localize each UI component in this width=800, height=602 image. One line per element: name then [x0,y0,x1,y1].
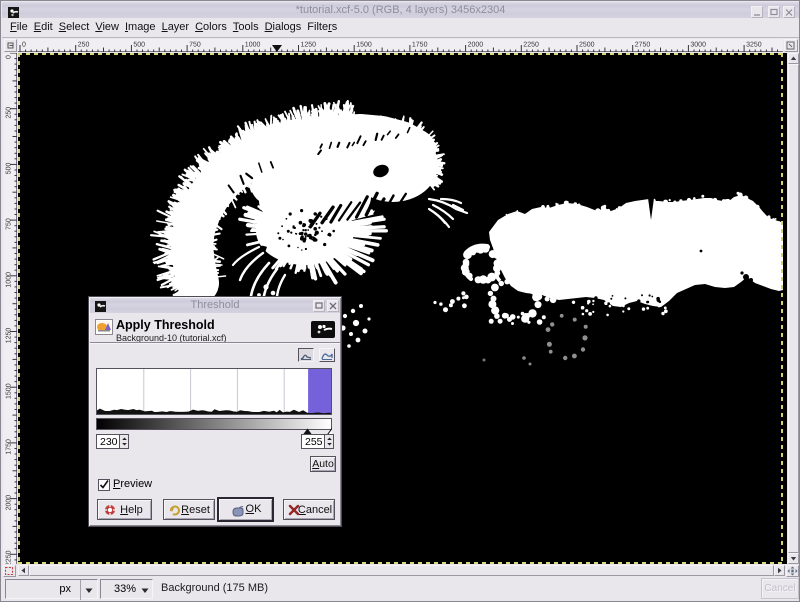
svg-text:0: 0 [22,42,26,49]
svg-text:1750: 1750 [412,42,428,49]
svg-text:250: 250 [6,107,13,119]
svg-text:2250: 2250 [6,550,13,564]
svg-text:0: 0 [6,55,13,59]
svg-text:1250: 1250 [301,42,317,49]
svg-text:250: 250 [78,42,90,49]
svg-text:2500: 2500 [579,42,595,49]
svg-text:500: 500 [133,42,145,49]
svg-text:2000: 2000 [468,42,484,49]
svg-text:2750: 2750 [635,42,651,49]
svg-text:1000: 1000 [245,42,261,49]
svg-text:1250: 1250 [6,328,13,344]
svg-text:500: 500 [6,162,13,174]
svg-text:750: 750 [189,42,201,49]
svg-text:1500: 1500 [6,383,13,399]
svg-text:750: 750 [6,218,13,230]
svg-text:1750: 1750 [6,439,13,455]
svg-text:2250: 2250 [523,42,539,49]
svg-text:1000: 1000 [6,272,13,288]
svg-text:3250: 3250 [746,42,762,49]
svg-text:2000: 2000 [6,495,13,511]
svg-text:1500: 1500 [356,42,372,49]
svg-text:3000: 3000 [690,42,706,49]
